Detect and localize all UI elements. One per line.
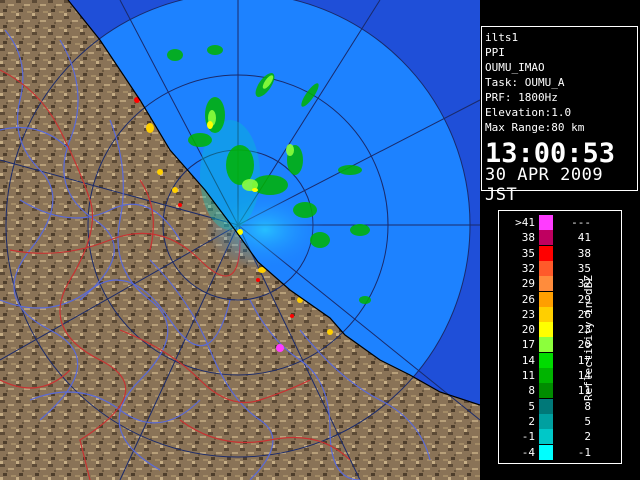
- observation-date: 30 APR 2009 JST: [485, 165, 604, 205]
- legend-high-value: 8: [584, 399, 591, 413]
- legend-high-value: 38: [577, 246, 591, 260]
- legend-color-swatch: [539, 245, 553, 261]
- legend-high-value: 2: [584, 430, 591, 444]
- radar-map[interactable]: [0, 0, 480, 480]
- legend-color-swatch: [539, 444, 553, 460]
- legend-color-swatch: [539, 291, 553, 307]
- legend-color-swatch: [539, 260, 553, 276]
- legend-high-value: 5: [584, 414, 591, 428]
- station-name: ilts1: [485, 31, 519, 44]
- legend-low-value: 2: [528, 414, 535, 428]
- legend-unit-label: Reflectivity in dBZ: [582, 275, 595, 401]
- legend-color-swatch: [539, 368, 553, 383]
- legend-low-value: -1: [521, 430, 535, 444]
- radar-ppi-display: [0, 0, 480, 480]
- legend-color-swatch: [539, 322, 553, 338]
- legend-color-swatch: [539, 215, 553, 230]
- legend-low-value: 32: [521, 261, 535, 275]
- legend-low-value: 14: [521, 353, 535, 367]
- elevation-label: Elevation:1.0: [485, 106, 572, 119]
- legend-color-swatch: [539, 230, 553, 246]
- legend-low-value: >41: [515, 216, 535, 229]
- legend-color-swatch: [539, 398, 553, 414]
- legend-low-value: 11: [521, 369, 535, 382]
- legend-high-value: 35: [577, 261, 591, 275]
- legend-low-value: 29: [521, 277, 535, 291]
- legend-color-swatch: [539, 337, 553, 353]
- reflectivity-legend: >41 --- 38 41 35 38 32 35 29 32 26 29 23 26 20 23 17 20 14…: [498, 210, 622, 464]
- legend-low-value: 5: [528, 399, 535, 413]
- legend-color-swatch: [539, 352, 553, 368]
- legend-color-swatch: [539, 429, 553, 445]
- legend-low-value: 35: [521, 246, 535, 260]
- radar-site: OUMU_IMAO: [485, 61, 545, 74]
- legend-high-value: ---: [571, 216, 591, 229]
- max-range-label: Max Range:80 km: [485, 121, 585, 134]
- task-label: Task: OUMU_A: [485, 76, 565, 89]
- legend-low-value: 26: [521, 292, 535, 306]
- scan-mode: PPI: [485, 46, 505, 59]
- legend-low-value: 17: [521, 338, 535, 352]
- legend-low-value: 23: [521, 307, 535, 321]
- legend-color-swatch: [539, 306, 553, 322]
- prf-label: PRF: 1800Hz: [485, 91, 558, 104]
- legend-high-value: -1: [577, 445, 591, 459]
- legend-low-value: -4: [521, 445, 535, 459]
- legend-high-value: 41: [577, 231, 591, 245]
- legend-color-swatch: [539, 383, 553, 399]
- legend-low-value: 8: [528, 384, 535, 398]
- legend-color-swatch: [539, 413, 553, 429]
- legend-low-value: 20: [521, 323, 535, 337]
- legend-low-value: 38: [521, 231, 535, 245]
- radar-info-panel: ilts1 PPI OUMU_IMAO Task: OUMU_A PRF: 18…: [481, 26, 638, 205]
- legend-color-swatch: [539, 276, 553, 292]
